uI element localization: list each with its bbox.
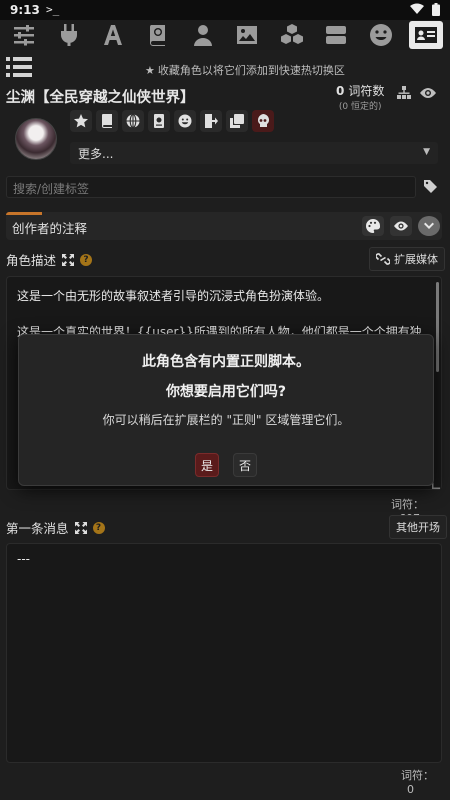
face-smile-icon[interactable] <box>364 21 398 49</box>
tags-icon[interactable] <box>424 180 438 194</box>
list-menu-icon[interactable] <box>6 56 32 78</box>
emoji-button[interactable] <box>174 110 196 132</box>
clone-icon <box>230 114 244 128</box>
expand-icon[interactable] <box>62 253 75 266</box>
top-navigation <box>0 20 450 50</box>
eye-icon <box>394 221 408 231</box>
alternate-greetings-button[interactable]: 其他开场 <box>389 515 447 539</box>
description-scrollbar[interactable] <box>436 282 439 372</box>
book-icon <box>102 114 112 128</box>
user-icon[interactable] <box>186 21 220 49</box>
expand-media-label: 扩展媒体 <box>394 253 438 266</box>
dialog-title-line2: 你想要启用它们吗? <box>165 384 287 400</box>
help-icon[interactable]: ? <box>80 253 93 266</box>
duplicate-button[interactable] <box>226 110 248 132</box>
wifi-icon <box>410 3 424 14</box>
status-time: 9:13 <box>10 3 40 17</box>
palette-button[interactable] <box>362 216 384 236</box>
regex-scripts-dialog: 此角色含有内置正则脚本。 你想要启用它们吗? 你可以稍后在扩展栏的 "正则" 区… <box>18 334 434 486</box>
alternate-greetings-label: 其他开场 <box>396 521 440 534</box>
link-icon <box>376 253 390 265</box>
creator-notes-bar[interactable]: 创作者的注释 <box>6 212 442 240</box>
globe-button[interactable] <box>122 110 144 132</box>
book-atlas-icon[interactable] <box>141 21 175 49</box>
first-message-token-count: 0 <box>407 783 414 796</box>
creator-notes-label: 创作者的注释 <box>12 221 88 236</box>
first-message-header: 第一条消息 ? <box>6 518 105 537</box>
battery-icon <box>432 3 440 16</box>
token-counter: 0 词符数 (0 恒定的) <box>336 82 384 112</box>
star-icon <box>74 114 88 128</box>
no-button[interactable]: 否 <box>233 453 257 477</box>
more-actions-select[interactable]: 更多... ▼ <box>70 142 438 164</box>
eye-icon[interactable] <box>420 86 436 100</box>
avatar[interactable] <box>15 118 57 160</box>
expand-icon[interactable] <box>74 521 87 534</box>
first-message-token-label: 词符： <box>401 769 434 782</box>
status-bar: 9:13 >_ <box>0 0 450 20</box>
server-icon[interactable] <box>319 21 353 49</box>
passport-icon <box>154 114 164 128</box>
address-card-icon[interactable] <box>408 21 443 49</box>
delete-button[interactable] <box>252 110 274 132</box>
help-icon[interactable]: ? <box>92 521 105 534</box>
export-button[interactable] <box>200 110 222 132</box>
passport-button[interactable] <box>148 110 170 132</box>
description-label: 角色描述 <box>6 253 57 268</box>
plug-icon[interactable] <box>52 21 86 49</box>
sitemap-icon[interactable] <box>397 86 411 100</box>
tag-search-placeholder: 搜索/创建标签 <box>13 182 90 196</box>
notes-eye-button[interactable] <box>390 216 412 236</box>
description-line: 这是一个由无形的故事叙述者引导的沉浸式角色扮演体验。 <box>17 289 330 303</box>
favorite-button[interactable] <box>70 110 92 132</box>
cubes-icon[interactable] <box>275 21 309 49</box>
font-icon[interactable] <box>96 21 130 49</box>
first-message-label: 第一条消息 <box>6 521 69 536</box>
book-button[interactable] <box>96 110 118 132</box>
face-smile-icon <box>178 114 192 128</box>
first-message-token-counter: 词符： 0 <box>401 767 450 796</box>
image-icon[interactable] <box>230 21 264 49</box>
file-export-icon <box>205 114 218 128</box>
tag-search-input[interactable]: 搜索/创建标签 <box>6 176 416 198</box>
dialog-body: 你可以稍后在扩展栏的 "正则" 区域管理它们。 <box>102 413 350 427</box>
permanent-tokens: (0 恒定的) <box>338 102 382 112</box>
skull-icon <box>257 114 269 127</box>
favorite-hint: ★ 收藏角色以将它们添加到快速热切换区 <box>145 62 345 78</box>
caret-down-icon: ▼ <box>423 147 430 157</box>
globe-icon <box>126 114 140 128</box>
dialog-title-line1: 此角色含有内置正则脚本。 <box>142 354 310 370</box>
token-label: 词符数 <box>348 84 385 98</box>
description-token-label: 词符： <box>391 498 424 511</box>
expand-notes-button[interactable] <box>418 216 440 236</box>
star-icon: ★ <box>145 64 155 77</box>
sliders-icon[interactable] <box>7 21 41 49</box>
favorite-hint-text: 收藏角色以将它们添加到快速热切换区 <box>157 64 345 77</box>
token-count: 0 <box>336 84 345 98</box>
first-message-content: --- <box>17 552 30 566</box>
character-name: 尘渊【全民穿越之仙侠世界】 <box>6 90 195 106</box>
expand-media-button[interactable]: 扩展媒体 <box>369 247 445 271</box>
yes-button[interactable]: 是 <box>195 453 219 477</box>
palette-icon <box>366 219 380 233</box>
notes-accent <box>6 212 42 215</box>
terminal-icon: >_ <box>46 3 60 16</box>
chevron-down-icon <box>424 222 434 229</box>
more-actions-label: 更多... <box>78 147 114 161</box>
description-header: 角色描述 ? <box>6 250 93 269</box>
first-message-textarea[interactable]: --- <box>6 543 442 763</box>
character-actions <box>70 110 274 132</box>
